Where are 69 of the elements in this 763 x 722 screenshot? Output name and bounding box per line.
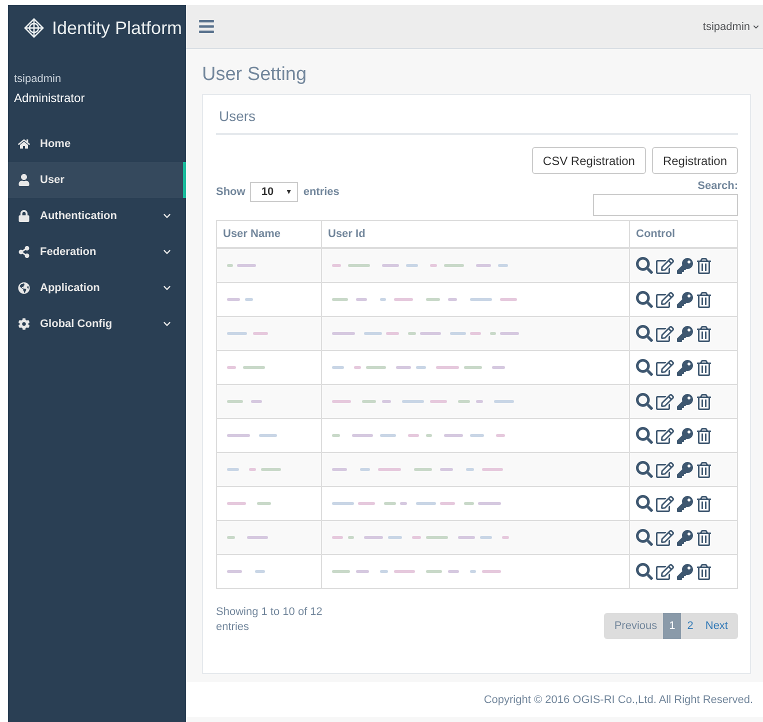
search-icon[interactable] [636, 427, 653, 444]
edit-icon[interactable] [656, 528, 674, 546]
trash-icon[interactable] [696, 292, 712, 308]
nav-item[interactable]: User [8, 162, 186, 198]
trash-icon[interactable] [696, 394, 712, 410]
trash-icon[interactable] [696, 496, 712, 512]
trash-icon[interactable] [696, 462, 712, 478]
trash-icon[interactable] [696, 360, 712, 376]
edit-icon[interactable] [656, 290, 674, 308]
key-icon[interactable] [677, 428, 693, 444]
search-icon[interactable] [636, 563, 653, 580]
registration-button[interactable]: Registration [652, 147, 738, 174]
search-icon[interactable] [636, 529, 653, 546]
search-icon[interactable] [636, 291, 653, 308]
search-field[interactable] [593, 194, 738, 216]
edit-icon[interactable] [656, 256, 674, 274]
search-icon[interactable] [636, 461, 653, 478]
share-icon [18, 246, 30, 258]
user-name: tsipadmin [14, 73, 62, 85]
key-icon[interactable] [677, 292, 693, 308]
page-title: User Setting [202, 64, 308, 86]
search-label: Search: [698, 180, 738, 192]
key-icon[interactable] [677, 326, 693, 342]
brand-name: Identity Platform [52, 18, 182, 38]
edit-icon[interactable] [656, 562, 674, 580]
panel-title: Users [216, 105, 738, 135]
edit-icon[interactable] [656, 460, 674, 478]
search-icon[interactable] [636, 393, 653, 410]
gear-icon [18, 318, 30, 330]
nav-item[interactable]: Global Config [8, 306, 186, 342]
trash-icon[interactable] [696, 326, 712, 342]
key-icon[interactable] [677, 258, 693, 274]
logo-icon [24, 18, 44, 38]
trash-icon[interactable] [696, 428, 712, 444]
user-role: Administrator [14, 91, 86, 105]
search-icon[interactable] [636, 257, 653, 274]
user-icon [18, 174, 30, 186]
nav-item[interactable]: Application [8, 270, 186, 306]
key-icon[interactable] [677, 360, 693, 376]
edit-icon[interactable] [656, 392, 674, 410]
nav-item[interactable]: Home [8, 126, 186, 162]
trash-icon[interactable] [696, 530, 712, 546]
home-icon [18, 138, 30, 150]
key-icon[interactable] [677, 496, 693, 512]
globe-icon [18, 282, 30, 294]
chevron-down-icon [753, 24, 759, 30]
entries-label: entries [303, 186, 340, 198]
edit-icon[interactable] [656, 426, 674, 444]
edit-icon[interactable] [656, 358, 674, 376]
edit-icon[interactable] [656, 324, 674, 342]
lock-icon [18, 210, 30, 222]
nav-item[interactable]: Authentication [8, 198, 186, 234]
key-icon[interactable] [677, 394, 693, 410]
search-icon[interactable] [636, 359, 653, 376]
search-icon[interactable] [636, 325, 653, 342]
show-label: Show [216, 186, 246, 198]
search-icon[interactable] [636, 495, 653, 512]
csv-registration-button[interactable]: CSV Registration [532, 147, 646, 174]
copyright-text: Copyright © 2016 OGIS-RI Co.,Ltd. All Right Reserved. [484, 694, 753, 706]
menu-icon[interactable] [198, 18, 215, 35]
user-menu[interactable]: tsipadmin [702, 20, 759, 32]
trash-icon[interactable] [696, 564, 712, 580]
key-icon[interactable] [677, 564, 693, 580]
trash-icon[interactable] [696, 258, 712, 274]
table-info: Showing 1 to 10 of 12 entries [216, 605, 324, 635]
nav-item[interactable]: Federation [8, 234, 186, 270]
key-icon[interactable] [677, 530, 693, 546]
edit-icon[interactable] [656, 494, 674, 512]
key-icon[interactable] [677, 462, 693, 478]
